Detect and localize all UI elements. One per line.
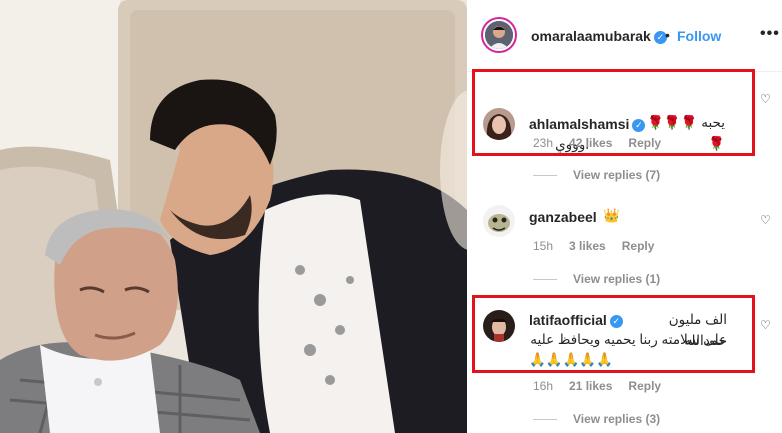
more-options-icon[interactable]: •••: [760, 25, 780, 43]
comment-meta: 15h 3 likes Reply: [533, 239, 670, 253]
view-replies-link[interactable]: View replies (3): [533, 412, 660, 426]
highlight-box: [472, 295, 755, 373]
comment-meta: 16h 21 likes Reply: [533, 379, 677, 393]
view-replies-link[interactable]: View replies (1): [533, 272, 660, 286]
like-heart-icon[interactable]: ♡: [760, 318, 771, 332]
commenter-username-text[interactable]: ganzabeel: [529, 209, 597, 225]
commenter-avatar[interactable]: [483, 205, 515, 237]
comment-time: 16h: [533, 379, 554, 393]
comment-text-line: 👑: [603, 208, 620, 223]
like-heart-icon[interactable]: ♡: [760, 213, 771, 227]
commenter-avatar-image: [483, 205, 515, 237]
comments-panel: omaralaamubarak ✓ • Follow ••• ahlamalsha…: [467, 0, 782, 433]
post-header: omaralaamubarak ✓ • Follow •••: [467, 0, 782, 72]
author-username-text[interactable]: omaralaamubarak: [531, 28, 651, 44]
view-replies-link[interactable]: View replies (7): [533, 168, 660, 182]
comment-likes[interactable]: 21 likes: [569, 379, 612, 393]
reply-button[interactable]: Reply: [628, 379, 661, 393]
author-username[interactable]: omaralaamubarak ✓: [531, 28, 667, 44]
comment-likes[interactable]: 3 likes: [569, 239, 606, 253]
post-photo[interactable]: [0, 0, 467, 433]
author-avatar-image: [485, 21, 513, 49]
comment-time: 15h: [533, 239, 554, 253]
author-avatar[interactable]: [481, 17, 517, 53]
follow-button[interactable]: Follow: [677, 28, 721, 44]
commenter-username[interactable]: ganzabeel: [529, 209, 597, 225]
separator-dot: •: [665, 27, 670, 43]
like-heart-icon[interactable]: ♡: [760, 92, 771, 106]
photo-illustration: [0, 0, 467, 433]
reply-button[interactable]: Reply: [622, 239, 655, 253]
highlight-box: [472, 69, 755, 156]
